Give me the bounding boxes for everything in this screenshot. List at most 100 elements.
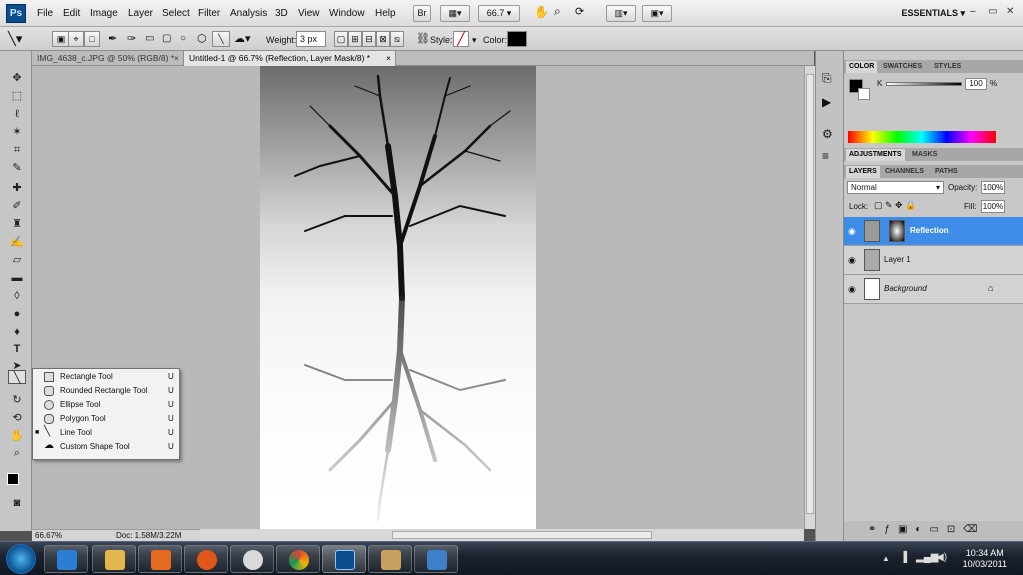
- bridge-icon[interactable]: Br: [413, 5, 431, 22]
- history-panel-icon[interactable]: ⎘: [822, 71, 832, 86]
- taskbar-photo-viewer[interactable]: [414, 545, 458, 573]
- rectangle-shape-icon[interactable]: ▭: [145, 33, 154, 44]
- layer-name[interactable]: Layer 1: [884, 255, 911, 264]
- menu-analysis[interactable]: Analysis: [230, 8, 267, 19]
- 3d-rotate-icon[interactable]: ↻: [9, 393, 25, 407]
- exclude-shape-icon[interactable]: ⧅: [390, 31, 404, 47]
- pen-tool-icon[interactable]: ♦: [9, 325, 25, 339]
- tab-adjustments[interactable]: ADJUSTMENTS: [846, 149, 905, 161]
- opacity-input[interactable]: 100%: [981, 181, 1005, 194]
- menu-filter[interactable]: Filter: [198, 8, 220, 19]
- line-tool-icon[interactable]: ╲: [8, 370, 26, 384]
- vertical-scrollbar[interactable]: [804, 66, 815, 529]
- freeform-pen-icon[interactable]: ✑: [127, 32, 136, 45]
- layer-name[interactable]: Background: [884, 284, 927, 293]
- rectangle-tool-item[interactable]: Rectangle Tool U: [33, 370, 179, 384]
- fx-icon[interactable]: ƒ: [884, 524, 898, 535]
- history-brush-icon[interactable]: ✍: [9, 235, 25, 249]
- tab-color[interactable]: COLOR: [846, 61, 878, 73]
- intersect-shape-icon[interactable]: ⊠: [376, 31, 390, 47]
- move-tool-icon[interactable]: ✥: [9, 71, 25, 85]
- style-none-swatch[interactable]: ╱: [453, 31, 469, 47]
- add-mask-icon[interactable]: ▣: [898, 524, 915, 535]
- menu-view[interactable]: View: [298, 8, 320, 19]
- rotate-view-icon[interactable]: ⟳: [575, 5, 584, 18]
- arrange-documents-icon[interactable]: ▥▾: [606, 5, 636, 22]
- tab-layers[interactable]: LAYERS: [846, 166, 880, 178]
- menu-select[interactable]: Select: [162, 8, 190, 19]
- menu-help[interactable]: Help: [375, 8, 396, 19]
- link-icon[interactable]: ⛓: [416, 32, 430, 45]
- dodge-tool-icon[interactable]: ●: [9, 307, 25, 321]
- color-spectrum-bar[interactable]: [848, 131, 996, 143]
- taskbar-ie[interactable]: [44, 545, 88, 573]
- k-value-input[interactable]: 100: [965, 78, 987, 90]
- group-icon[interactable]: ▭: [929, 524, 946, 535]
- system-clock[interactable]: 10:34 AM 10/03/2011: [963, 548, 1007, 570]
- eyedropper-icon[interactable]: ✎: [9, 161, 25, 175]
- tab-masks[interactable]: MASKS: [909, 149, 940, 161]
- hand-tool-icon[interactable]: ✋: [9, 429, 25, 443]
- taskbar-firefox[interactable]: [184, 545, 228, 573]
- background-swatch[interactable]: [858, 88, 870, 100]
- horizontal-scroll-thumb[interactable]: [392, 531, 652, 539]
- subtract-shape-icon[interactable]: ⊟: [362, 31, 376, 47]
- screen-mode-icon[interactable]: ▣▾: [642, 5, 672, 22]
- magic-wand-icon[interactable]: ✶: [9, 125, 25, 139]
- blend-mode-select[interactable]: Normal ▾: [847, 181, 944, 194]
- line-tool-item[interactable]: ■ ╲ Line Tool U: [33, 426, 179, 440]
- link-layers-icon[interactable]: ⚭: [868, 524, 884, 535]
- layer-row-layer-1[interactable]: ◉ Layer 1: [844, 246, 1023, 275]
- crop-tool-icon[interactable]: ⌗: [9, 143, 25, 157]
- layer-row-background[interactable]: ◉ Background ⌂: [844, 275, 1023, 304]
- visibility-eye-icon[interactable]: ◉: [848, 284, 860, 294]
- adjustment-layer-icon[interactable]: ◐: [915, 524, 929, 535]
- layer-row-reflection[interactable]: ◉ Reflection: [844, 217, 1023, 246]
- polygon-shape-icon[interactable]: ⬡: [197, 32, 207, 45]
- menu-window[interactable]: Window: [329, 8, 365, 19]
- rounded-rectangle-tool-item[interactable]: Rounded Rectangle Tool U: [33, 384, 179, 398]
- zoom-tool-icon[interactable]: ⌕: [9, 446, 25, 460]
- close-tab-icon[interactable]: ×: [386, 51, 391, 65]
- type-tool-icon[interactable]: T: [9, 342, 25, 356]
- workspace-switcher[interactable]: ESSENTIALS ▾: [901, 8, 965, 19]
- hand-icon[interactable]: ✋: [534, 5, 549, 19]
- tab-styles[interactable]: STYLES: [931, 61, 964, 73]
- tab-swatches[interactable]: SWATCHES: [880, 61, 925, 73]
- lock-options-icon[interactable]: ▢ ✎ ✥ 🔒: [874, 200, 916, 211]
- fill-input[interactable]: 100%: [981, 200, 1005, 213]
- custom-shape-tool-item[interactable]: ☁ Custom Shape Tool U: [33, 440, 179, 454]
- tab-untitled-1[interactable]: Untitled-1 @ 66.7% (Reflection, Layer Ma…: [184, 51, 396, 66]
- taskbar-chrome[interactable]: [276, 545, 320, 573]
- healing-brush-icon[interactable]: ✚: [9, 181, 25, 195]
- clone-stamp-icon[interactable]: ♜: [9, 217, 25, 231]
- ellipse-shape-icon[interactable]: ○: [180, 33, 186, 44]
- style-dropdown-icon[interactable]: ▾: [472, 35, 477, 46]
- zoom-icon[interactable]: ⌕: [554, 4, 561, 19]
- zoom-level-select[interactable]: 66.7 ▾: [478, 5, 520, 22]
- color-swatch[interactable]: [507, 31, 527, 47]
- layer-name[interactable]: Reflection: [910, 226, 949, 235]
- taskbar-media-player[interactable]: [138, 545, 182, 573]
- volume-icon[interactable]: ◀): [936, 552, 947, 563]
- fill-pixels-icon[interactable]: □: [84, 31, 100, 47]
- show-hidden-icons[interactable]: ▲: [882, 554, 890, 563]
- pen-tool-icon[interactable]: ✒: [108, 32, 117, 45]
- ellipse-tool-item[interactable]: Ellipse Tool U: [33, 398, 179, 412]
- weight-input[interactable]: 3 px: [296, 31, 326, 47]
- new-layer-icon[interactable]: ⊡: [947, 524, 963, 535]
- trash-icon[interactable]: ⌫: [963, 524, 985, 535]
- menu-edit[interactable]: Edit: [63, 8, 80, 19]
- menu-file[interactable]: File: [37, 8, 53, 19]
- start-button[interactable]: [6, 544, 36, 574]
- doc-size-readout[interactable]: Doc: 1.58M/3.22M: [116, 530, 181, 541]
- lasso-tool-icon[interactable]: ℓ: [9, 107, 25, 121]
- actions-panel-icon[interactable]: ▶: [822, 95, 831, 109]
- visibility-eye-icon[interactable]: ◉: [848, 255, 860, 265]
- brush-tool-icon[interactable]: ✐: [9, 199, 25, 213]
- photoshop-logo[interactable]: Ps: [6, 4, 26, 23]
- taskbar-explorer[interactable]: [92, 545, 136, 573]
- view-extras-icon[interactable]: ▦▾: [440, 5, 470, 22]
- add-to-shape-icon[interactable]: ⊞: [348, 31, 362, 47]
- quick-mask-icon[interactable]: ◙: [9, 496, 25, 510]
